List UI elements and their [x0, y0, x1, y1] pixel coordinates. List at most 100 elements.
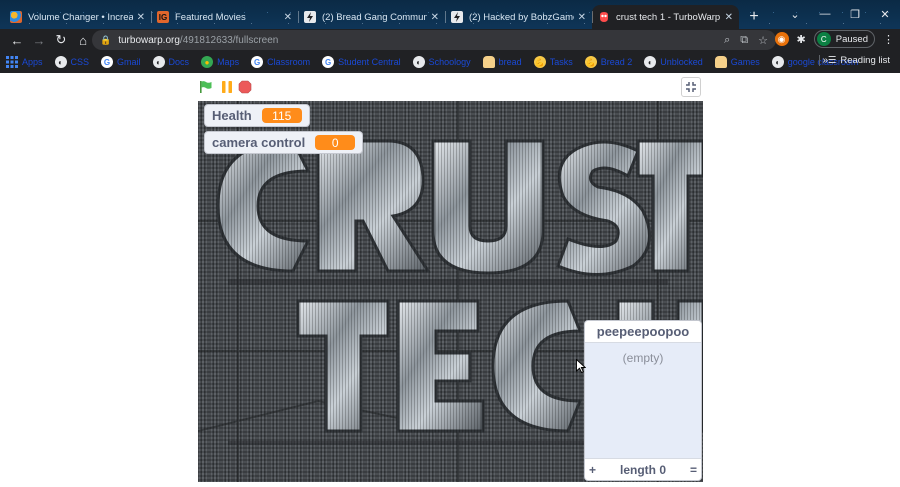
- monitor-label: camera control: [212, 135, 306, 150]
- maps-icon: ●: [201, 56, 214, 68]
- tab-strip: Volume Changer • Increase v ✕ IG Feature…: [0, 5, 900, 29]
- zoom-search-icon[interactable]: ⌕: [724, 34, 730, 47]
- bookmark-css[interactable]: ◐ CSS: [54, 56, 90, 68]
- google-icon: G: [251, 56, 264, 68]
- close-tab-icon[interactable]: ✕: [431, 12, 439, 23]
- extensions-puzzle-icon[interactable]: ✱: [797, 33, 806, 46]
- close-tab-icon[interactable]: ✕: [578, 12, 586, 23]
- extension-orange-icon[interactable]: ◉: [774, 32, 789, 46]
- back-arrow-icon[interactable]: ←: [6, 30, 28, 50]
- reading-list-button[interactable]: ☰ Reading list: [818, 55, 890, 66]
- bookmark-label: Bread 2: [600, 57, 633, 67]
- tab-crust-tech-turbowarp[interactable]: crust tech 1 - TurboWarp ✕: [592, 5, 739, 29]
- bookmark-label: Schoology: [428, 57, 471, 67]
- variable-monitor-health[interactable]: Health 115: [204, 104, 310, 127]
- lock-icon[interactable]: 🔒: [100, 35, 111, 46]
- player-controls: [0, 73, 900, 101]
- chromebook-icon: ◐: [644, 56, 657, 68]
- bread-icon: [482, 56, 495, 68]
- bookmark-tasks[interactable]: 💪 Tasks: [533, 56, 573, 68]
- tab-search-chevron-icon[interactable]: ⌄: [780, 4, 810, 24]
- browser-chrome: Volume Changer • Increase v ✕ IG Feature…: [0, 0, 900, 73]
- url-host: turbowarp.org: [118, 34, 180, 46]
- muscle-icon: 💪: [533, 56, 546, 68]
- movies-favicon-icon: IG: [157, 11, 169, 23]
- bookmark-label: Unblocked: [660, 57, 703, 67]
- tab-title: crust tech 1 - TurboWarp: [616, 11, 721, 23]
- bookmark-star-icon[interactable]: ☆: [758, 34, 768, 47]
- bookmark-label: Student Central: [338, 57, 401, 67]
- bookmark-label: CSS: [70, 57, 90, 67]
- bookmark-docs[interactable]: ◐ Docs: [152, 56, 190, 68]
- bookmark-bread-2[interactable]: 💪 Bread 2: [584, 56, 633, 68]
- google-icon: G: [101, 56, 114, 68]
- bookmark-label: Apps: [22, 57, 43, 67]
- profile-button[interactable]: C Paused: [813, 30, 875, 48]
- minimize-icon[interactable]: —: [810, 4, 840, 24]
- tab-hacked-by-bobzgames[interactable]: (2) Hacked by BobzGames (b ✕: [445, 5, 592, 29]
- exit-fullscreen-button[interactable]: [681, 77, 701, 97]
- bookmark-schoology[interactable]: ◐ Schoology: [412, 56, 471, 68]
- bookmark-apps[interactable]: Apps: [6, 56, 43, 68]
- reading-list-label: Reading list: [840, 55, 890, 66]
- profile-status: Paused: [835, 33, 868, 45]
- new-tab-plus-icon[interactable]: +: [743, 6, 765, 28]
- close-window-icon[interactable]: ✕: [870, 4, 900, 24]
- open-in-app-icon[interactable]: ⧉: [740, 34, 748, 47]
- bookmark-label: Classroom: [267, 57, 311, 67]
- forward-arrow-icon[interactable]: →: [28, 30, 50, 50]
- close-tab-icon[interactable]: ✕: [725, 12, 733, 23]
- tab-featured-movies[interactable]: IG Featured Movies ✕: [151, 5, 298, 29]
- project-stage[interactable]: Health 115 camera control 0 peepeepoopoo…: [198, 101, 703, 482]
- list-length: length 0: [619, 462, 666, 477]
- stop-icon[interactable]: [238, 80, 252, 94]
- bookmark-bread[interactable]: bread: [482, 56, 522, 68]
- window-controls: ⌄ — ❐ ✕: [780, 4, 900, 24]
- apps-grid-icon: [6, 56, 18, 68]
- bookmark-label: Games: [730, 57, 760, 67]
- chromebook-icon: ◐: [54, 56, 67, 68]
- bookmark-label: Maps: [217, 57, 240, 67]
- close-tab-icon[interactable]: ✕: [137, 12, 145, 23]
- bookmark-label: Docs: [168, 57, 190, 67]
- bookmark-maps[interactable]: ● Maps: [201, 56, 239, 68]
- bookmark-gmail[interactable]: G Gmail: [101, 56, 141, 68]
- address-bar[interactable]: 🔒 turbowarp.org/491812633/fullscreen ⌕ ⧉…: [92, 30, 776, 50]
- list-resize-handle[interactable]: =: [690, 463, 697, 477]
- muscle-icon: 💪: [584, 56, 597, 68]
- lightning-favicon-icon: [451, 11, 463, 23]
- menu-kebab-icon[interactable]: ⋮: [883, 33, 894, 46]
- tab-bread-gang[interactable]: (2) Bread Gang Community ✕: [298, 5, 445, 29]
- turbowarp-favicon-icon: [598, 11, 610, 23]
- tab-title: (2) Hacked by BobzGames (b: [469, 11, 574, 23]
- bookmark-games[interactable]: Games: [714, 56, 760, 68]
- mouse-pointer-icon: [576, 359, 586, 373]
- tab-title: Featured Movies: [175, 11, 246, 23]
- bookmark-label: bread: [498, 57, 522, 67]
- url-path: /491812633/fullscreen: [179, 34, 279, 46]
- close-tab-icon[interactable]: ✕: [284, 12, 292, 23]
- bread-icon: [714, 56, 727, 68]
- monitor-value: 115: [261, 108, 302, 123]
- chromebook-icon: ◐: [152, 56, 165, 68]
- list-add-button[interactable]: +: [589, 463, 596, 477]
- home-icon[interactable]: ⌂: [72, 30, 94, 50]
- restore-icon[interactable]: ❐: [840, 4, 870, 24]
- pause-icon[interactable]: [220, 80, 234, 94]
- bookmark-student-central[interactable]: G Student Central: [322, 56, 401, 68]
- bookmark-label: Gmail: [117, 57, 141, 67]
- list-monitor[interactable]: peepeepoopoo (empty) + length 0 =: [584, 320, 702, 481]
- reload-icon[interactable]: ↻: [50, 30, 72, 50]
- tab-title: Volume Changer • Increase v: [28, 11, 133, 23]
- bookmark-unblocked[interactable]: ◐ Unblocked: [644, 56, 703, 68]
- browser-toolbar: ← → ↻ ⌂ 🔒 turbowarp.org/491812633/fullsc…: [0, 29, 900, 51]
- variable-monitor-camera-control[interactable]: camera control 0: [204, 131, 364, 154]
- tab-title: (2) Bread Gang Community: [322, 11, 427, 23]
- monitor-label: Health: [212, 108, 252, 123]
- green-flag-icon[interactable]: [199, 80, 213, 94]
- tab-volume-changer[interactable]: Volume Changer • Increase v ✕: [4, 5, 151, 29]
- exit-fullscreen-icon: [686, 82, 696, 92]
- bookmark-classroom[interactable]: G Classroom: [251, 56, 310, 68]
- list-empty-text: (empty): [622, 351, 664, 365]
- bookmarks-bar: Apps ◐ CSS G Gmail ◐ Docs ● Maps G Class…: [0, 51, 900, 73]
